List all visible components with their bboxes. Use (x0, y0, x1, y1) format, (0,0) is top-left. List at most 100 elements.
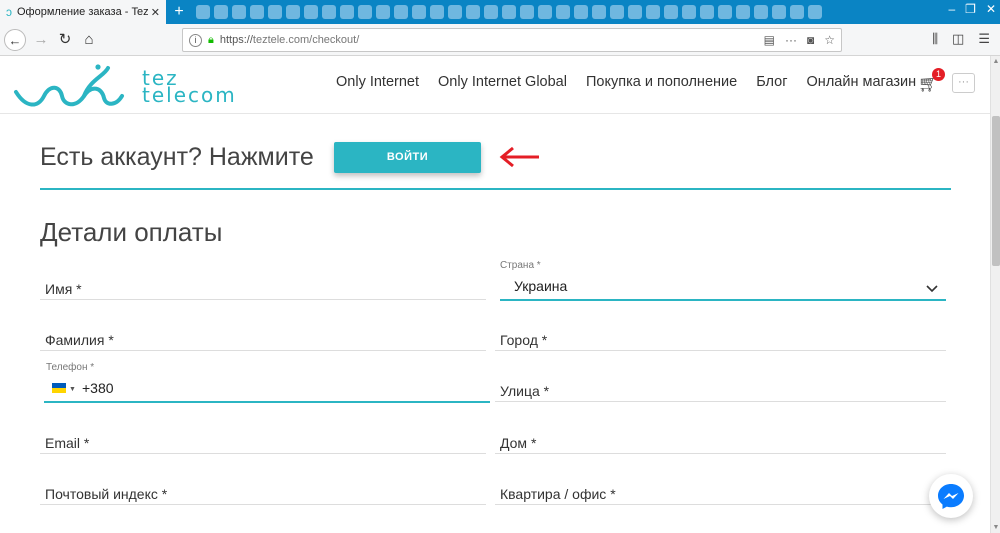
library-icon[interactable]: ⫼ (932, 31, 938, 47)
ukraine-flag-icon[interactable] (52, 383, 66, 393)
browser-tab-bar: ↄ Оформление заказа - Tez Tele ✕ + – ❐ ✕ (0, 0, 1000, 24)
street-field[interactable]: Улица * (495, 378, 946, 402)
tab-icon[interactable] (340, 5, 354, 19)
scroll-up-icon[interactable]: ▲ (991, 58, 1000, 65)
tab-icon[interactable] (610, 5, 624, 19)
tab-title: Оформление заказа - Tez Tele (17, 6, 148, 18)
phone-label: Телефон * (46, 362, 95, 373)
country-value: Украина (514, 278, 568, 294)
tab-icon[interactable] (664, 5, 678, 19)
flag-dropdown-icon[interactable]: ▼ (69, 386, 76, 393)
tab-icon[interactable] (718, 5, 732, 19)
tab-icon[interactable] (628, 5, 642, 19)
tab-icon[interactable] (574, 5, 588, 19)
tab-icon[interactable] (556, 5, 570, 19)
menu-item-blog[interactable]: Блог (756, 74, 787, 90)
tab-icon[interactable] (538, 5, 552, 19)
tab-icon[interactable] (484, 5, 498, 19)
back-button[interactable]: ← (4, 29, 26, 51)
login-button[interactable]: ВОЙТИ (334, 142, 481, 173)
street-label: Улица * (500, 383, 550, 399)
postcode-label: Почтовый индекс * (45, 486, 168, 502)
tab-icon[interactable] (448, 5, 462, 19)
page-actions-icon[interactable]: ··· (785, 33, 797, 47)
menu-item-purchase[interactable]: Покупка и пополнение (586, 74, 737, 90)
reload-button[interactable]: ↻ (54, 29, 76, 51)
tab-icon[interactable] (322, 5, 336, 19)
tab-icon[interactable] (592, 5, 606, 19)
tab-icon[interactable] (250, 5, 264, 19)
postcode-field[interactable]: Почтовый индекс * (40, 481, 486, 505)
logo-text: tez telecom (142, 66, 237, 107)
new-tab-icon[interactable]: + (170, 3, 188, 21)
messenger-chat-button[interactable] (929, 474, 973, 518)
bookmark-star-icon[interactable]: ☆ (824, 33, 835, 47)
tab-icon[interactable] (754, 5, 768, 19)
city-label: Город * (500, 332, 548, 348)
section-divider (40, 188, 951, 190)
tab-icon[interactable] (358, 5, 372, 19)
phone-field[interactable]: Телефон * ▼ +380 (44, 362, 490, 403)
city-field[interactable]: Город * (495, 327, 946, 351)
pocket-icon[interactable]: ◙ (807, 33, 814, 47)
messenger-icon (938, 484, 964, 509)
email-label: Email * (45, 435, 90, 451)
tab-icon[interactable] (466, 5, 480, 19)
close-tab-icon[interactable]: ✕ (151, 6, 160, 19)
house-field[interactable]: Дом * (495, 430, 946, 454)
tab-icon[interactable] (214, 5, 228, 19)
forward-button[interactable]: → (30, 29, 52, 51)
menu-icon[interactable]: ☰ (978, 31, 990, 47)
country-label: Страна * (500, 260, 541, 271)
tab-icon[interactable] (772, 5, 786, 19)
phone-input[interactable]: +380 (82, 380, 114, 396)
last-name-field[interactable]: Фамилия * (40, 327, 486, 351)
tab-icon[interactable] (808, 5, 822, 19)
email-field[interactable]: Email * (40, 430, 486, 454)
tab-icon[interactable] (196, 5, 210, 19)
page-scrollbar[interactable]: ▲ ▼ (990, 56, 1000, 533)
scroll-down-icon[interactable]: ▼ (991, 524, 1000, 531)
tab-icon[interactable] (646, 5, 660, 19)
scrollbar-thumb[interactable] (992, 116, 1000, 266)
more-button[interactable]: ··· (952, 73, 975, 93)
apartment-field[interactable]: Квартира / офис * (495, 481, 946, 505)
tab-icon[interactable] (376, 5, 390, 19)
site-logo[interactable]: tez telecom (12, 62, 252, 112)
tab-icon[interactable] (268, 5, 282, 19)
red-arrow-icon (499, 146, 539, 168)
sidebar-icon[interactable]: ◫ (952, 31, 964, 47)
menu-item-only-internet[interactable]: Only Internet (336, 74, 419, 90)
site-info-icon[interactable]: i (189, 33, 202, 47)
chevron-down-icon[interactable] (926, 285, 938, 293)
logo-wave-icon (14, 64, 124, 107)
apartment-label: Квартира / офис * (500, 486, 616, 502)
tab-icon[interactable] (286, 5, 300, 19)
menu-item-only-internet-global[interactable]: Only Internet Global (438, 74, 567, 90)
tab-icon[interactable] (682, 5, 696, 19)
tab-icon[interactable] (736, 5, 750, 19)
tab-icon[interactable] (304, 5, 318, 19)
menu-item-shop[interactable]: Онлайн магазин (807, 74, 917, 90)
tab-icon[interactable] (700, 5, 714, 19)
tab-icon[interactable] (430, 5, 444, 19)
tab-icon[interactable] (232, 5, 246, 19)
reader-view-icon[interactable]: ▤ (764, 33, 775, 47)
maximize-icon[interactable]: ❐ (965, 2, 976, 16)
tab-icon[interactable] (502, 5, 516, 19)
home-button[interactable]: ⌂ (78, 29, 100, 51)
toolbar-right: ⫼ ◫ ☰ (932, 31, 990, 47)
house-label: Дом * (500, 435, 537, 451)
tab-icon[interactable] (394, 5, 408, 19)
close-window-icon[interactable]: ✕ (986, 2, 996, 16)
tab-icon[interactable] (412, 5, 426, 19)
lock-icon: 🔒︎ (208, 33, 214, 46)
tab-icon[interactable] (520, 5, 534, 19)
first-name-field[interactable]: Имя * (40, 276, 486, 300)
browser-tab-active[interactable]: ↄ Оформление заказа - Tez Tele ✕ (0, 0, 166, 24)
tab-icon[interactable] (790, 5, 804, 19)
minimize-icon[interactable]: – (948, 2, 955, 16)
country-select[interactable]: Страна * Украина (500, 258, 946, 301)
url-bar[interactable]: i 🔒︎ https:// teztele.com/checkout/ ▤ ··… (182, 28, 842, 52)
url-path: teztele.com/checkout/ (252, 34, 360, 46)
